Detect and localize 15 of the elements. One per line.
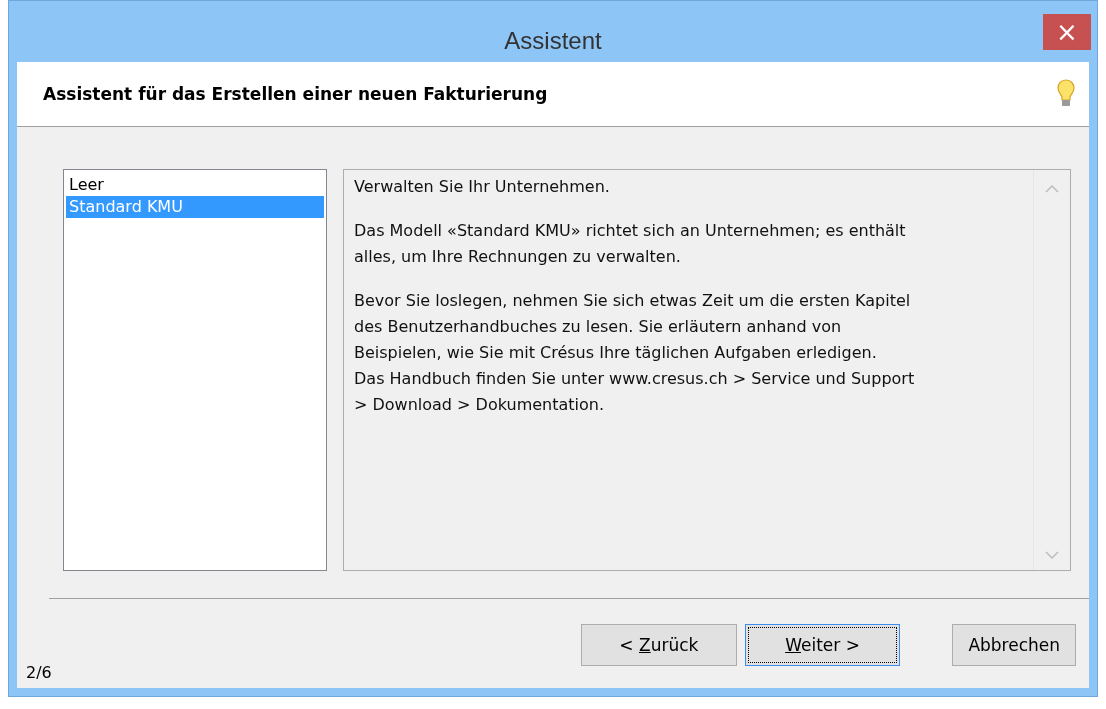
dialog-button[interactable]: Abbrechen xyxy=(952,624,1076,666)
lightbulb-icon xyxy=(1057,79,1075,109)
dialog-button[interactable]: < Zurück xyxy=(581,624,737,666)
dialog-button[interactable]: Weiter > xyxy=(744,624,901,666)
window-title: Assistent xyxy=(504,26,602,55)
wizard-heading: Assistent für das Erstellen einer neuen Fakturierung xyxy=(43,84,548,104)
list-item[interactable]: Leer xyxy=(66,174,324,196)
step-counter: 2/6 xyxy=(26,663,52,682)
scroll-up-icon[interactable] xyxy=(1045,184,1059,193)
close-button[interactable]: × xyxy=(1043,14,1091,50)
description-paragraph: Bevor Sie loslegen, nehmen Sie sich etwas Zeit um die ersten Kapitel des Benutzerhandbuches zu lesen. Sie erläutern anhand von Beispielen, wie Sie mit Crésus Ihre täglichen Aufgaben erledigen. Das Handbuch finden Sie unter www.cresus.ch > Service und Support > Download > Dokumentation. xyxy=(354,290,916,416)
description-paragraph: Verwalten Sie Ihr Unternehmen. xyxy=(354,176,611,198)
model-list[interactable]: Leer Standard KMU xyxy=(63,169,327,571)
description-paragraph: Das Modell «Standard KMU» richtet sich an Unternehmen; es enthält alles, um Ihre Rechnungen zu verwalten. xyxy=(354,220,907,268)
scroll-down-icon[interactable] xyxy=(1045,551,1059,560)
